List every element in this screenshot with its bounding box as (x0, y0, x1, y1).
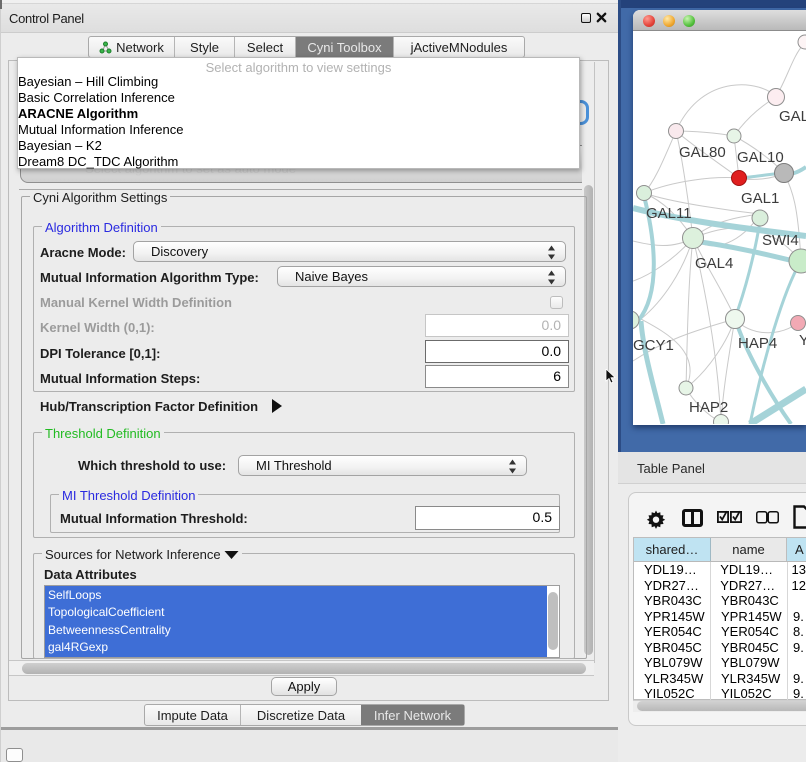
svg-text:GAL4: GAL4 (695, 255, 733, 272)
svg-text:GAL1: GAL1 (741, 190, 779, 207)
svg-text:HAP2: HAP2 (689, 399, 728, 416)
svg-text:GAL: GAL (779, 108, 806, 125)
svg-text:HAP4: HAP4 (738, 335, 777, 352)
svg-text:GAL11: GAL11 (646, 205, 692, 222)
svg-text:GAL80: GAL80 (679, 144, 726, 161)
svg-text:GCY1: GCY1 (633, 337, 674, 354)
svg-text:SWI4: SWI4 (762, 232, 799, 249)
svg-text:GAL10: GAL10 (737, 149, 784, 166)
svg-text:Y: Y (799, 332, 806, 349)
